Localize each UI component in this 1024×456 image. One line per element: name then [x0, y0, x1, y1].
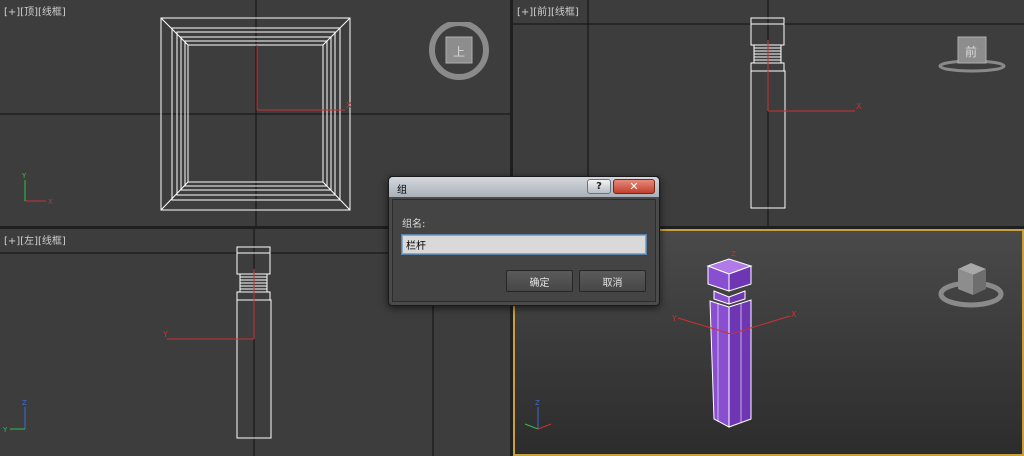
group-name-input[interactable] [401, 234, 647, 255]
viewport-label-front: [+][前][线框] [517, 3, 579, 18]
dialog-title: 组 [397, 185, 407, 196]
svg-text:Y: Y [162, 330, 168, 339]
viewcube-perspective[interactable] [938, 259, 1004, 313]
gizmo-x-label: X [346, 101, 352, 110]
svg-text:Y: Y [2, 426, 8, 434]
viewcube-front[interactable]: 前 [937, 32, 1007, 74]
ok-button[interactable]: 确定 [506, 270, 573, 292]
dialog-title-bar[interactable]: 组 ? ✕ [389, 177, 659, 197]
viewcube-top[interactable]: 上 [428, 22, 490, 84]
viewport-plus-menu[interactable]: [+] [4, 236, 20, 247]
viewport-plus-menu[interactable]: [+] [517, 7, 533, 18]
svg-text:前: 前 [965, 44, 977, 59]
svg-text:Y: Y [21, 172, 27, 180]
svg-text:X: X [856, 102, 862, 111]
svg-text:Z: Z [731, 250, 736, 258]
help-button[interactable]: ? [587, 179, 611, 194]
svg-text:X: X [48, 198, 53, 206]
cancel-button[interactable]: 取消 [579, 270, 646, 292]
axis-tripod: Z [524, 399, 552, 430]
viewport-view-menu[interactable]: [左] [20, 236, 38, 247]
viewport-view-menu[interactable]: [前] [533, 7, 551, 18]
svg-text:Y: Y [671, 314, 677, 323]
viewport-view-menu[interactable]: [顶] [20, 7, 38, 18]
viewcube-face-label: 上 [453, 45, 465, 59]
baluster-shaded [706, 258, 753, 428]
svg-text:Z: Z [535, 399, 540, 407]
viewport-label-top: [+][顶][线框] [4, 3, 66, 18]
viewport-plus-menu[interactable]: [+] [4, 7, 20, 18]
viewport-label-left: [+][左][线框] [4, 232, 66, 247]
svg-text:X: X [791, 310, 797, 319]
viewport-shading-menu[interactable]: [线框] [38, 7, 66, 18]
axis-tripod: X Y [21, 172, 53, 206]
viewport-shading-menu[interactable]: [线框] [551, 7, 579, 18]
svg-text:Z: Z [22, 399, 27, 407]
group-dialog: 组 ? ✕ 组名: 确定 取消 [388, 176, 660, 306]
group-name-label: 组名: [402, 219, 426, 230]
axis-tripod: Z Y [2, 399, 27, 434]
viewport-shading-menu[interactable]: [线框] [38, 236, 66, 247]
close-button[interactable]: ✕ [613, 179, 655, 194]
